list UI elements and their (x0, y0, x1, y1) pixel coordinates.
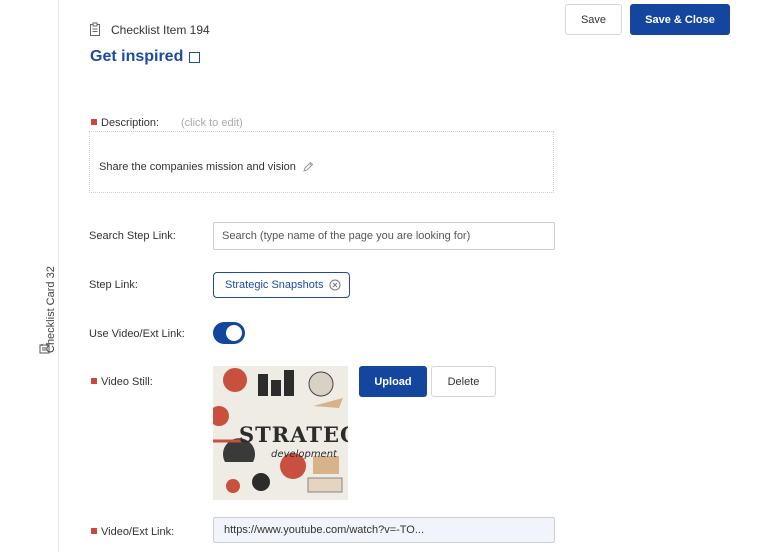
video-link-label-text: Video/Ext Link: (101, 526, 175, 538)
use-video-label: Use Video/Ext Link: (89, 328, 185, 340)
description-label: Description: (91, 117, 159, 129)
delete-button[interactable]: Delete (431, 366, 496, 397)
description-text[interactable]: Share the companies mission and vision (99, 161, 314, 173)
description-label-text: Description: (101, 117, 160, 129)
page-title: Get inspired (90, 48, 201, 66)
pencil-icon[interactable] (302, 161, 314, 173)
use-video-toggle[interactable] (213, 322, 245, 344)
step-link-label: Step Link: (89, 279, 138, 291)
save-close-button[interactable]: Save & Close (630, 4, 730, 35)
video-still-image: STRATEGY development (213, 366, 348, 500)
close-circle-icon[interactable] (329, 279, 341, 291)
step-link-chip-label: Strategic Snapshots (225, 279, 324, 291)
development-word: development (271, 449, 337, 460)
step-link-chip[interactable]: Strategic Snapshots (213, 272, 351, 298)
toggle-knob (226, 325, 242, 341)
required-marker (91, 378, 97, 385)
click-to-edit-hint: (click to edit) (181, 117, 243, 129)
checklist-card-label[interactable]: Checklist Card 32 (45, 266, 57, 353)
video-still-label: Video Still: (91, 376, 153, 388)
search-step-link-label: Search Step Link: (89, 230, 176, 242)
search-step-link-input[interactable] (213, 222, 555, 250)
required-marker (91, 119, 97, 126)
video-link-input[interactable] (213, 517, 555, 543)
video-still-label-text: Video Still: (101, 376, 153, 388)
checklist-item-label: Checklist Item 194 (111, 23, 210, 37)
required-marker (91, 528, 97, 535)
clipboard-icon (90, 22, 100, 36)
video-link-label: Video/Ext Link: (91, 526, 174, 538)
sidebar: Checklist Card 32 (0, 0, 59, 552)
description-value: Share the companies mission and vision (99, 161, 296, 173)
page-title-text: Get inspired (90, 48, 184, 65)
save-button[interactable]: Save (565, 4, 622, 35)
upload-button[interactable]: Upload (359, 366, 427, 397)
checkbox-square-icon[interactable] (189, 51, 201, 63)
strategy-word: STRATEGY (239, 422, 348, 447)
